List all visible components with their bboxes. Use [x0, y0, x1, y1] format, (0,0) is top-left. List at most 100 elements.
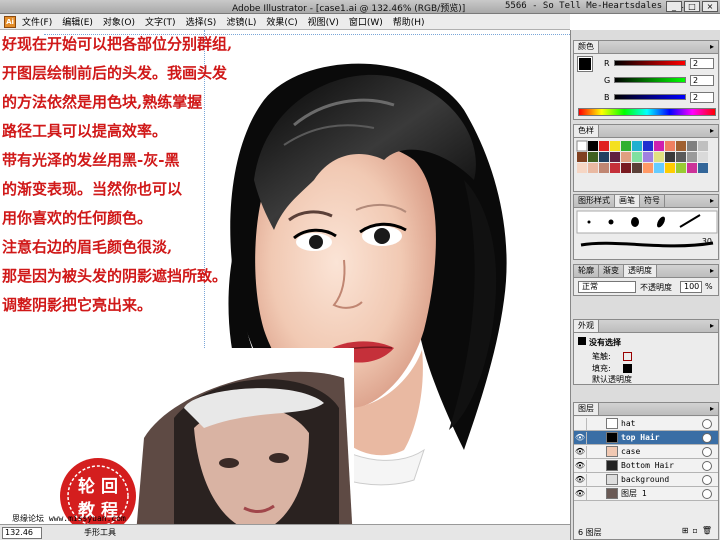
new-sublayer-icon[interactable]: ⊞ — [682, 526, 689, 535]
tab-brushes[interactable]: 画笔 — [615, 195, 640, 207]
menu-view[interactable]: 视图(V) — [308, 15, 339, 28]
lock-cell[interactable] — [586, 473, 598, 486]
layers-panel: 图层 ▸ hat 👁 top Hair 👁 case 👁 Bottom Hair… — [573, 402, 719, 540]
eye-icon[interactable]: 👁 — [574, 461, 586, 470]
layer-row[interactable]: 👁 top Hair — [574, 431, 718, 445]
layer-thumbnail — [606, 460, 618, 471]
layer-target-icon[interactable] — [702, 488, 712, 499]
menu-help[interactable]: 帮助(H) — [393, 15, 425, 28]
menu-select[interactable]: 选择(S) — [186, 15, 217, 28]
new-layer-icon[interactable]: ▫ — [692, 526, 697, 535]
fill-black-swatch[interactable] — [623, 364, 633, 373]
menu-filter[interactable]: 滤镜(L) — [226, 15, 256, 28]
layer-name: hat — [621, 419, 636, 428]
layer-row[interactable]: 👁 Bottom Hair — [574, 459, 718, 473]
tab-color[interactable]: 颜色 — [574, 41, 599, 53]
logo-text-line1: 轮 回 — [78, 476, 118, 497]
tab-appearance[interactable]: 外观 — [574, 320, 599, 332]
layer-row[interactable]: 👁 background — [574, 473, 718, 487]
brush-list[interactable] — [575, 209, 719, 259]
menu-window[interactable]: 窗口(W) — [349, 15, 383, 28]
layer-thumbnail — [606, 488, 618, 499]
appearance-fill-label: 填充: — [592, 364, 611, 373]
channel-r-slider[interactable] — [614, 60, 686, 66]
layer-thumbnail — [606, 418, 618, 429]
opacity-unit: % — [705, 282, 713, 291]
layer-row[interactable]: 👁 图层 1 — [574, 487, 718, 501]
blend-mode-select[interactable]: 正常 — [578, 281, 636, 293]
forum-watermark: 思缘论坛 www.missyuan.com — [12, 514, 126, 523]
note-line-7: 用你喜欢的任何颜色。 — [2, 209, 153, 227]
tab-gradient[interactable]: 渐变 — [599, 265, 624, 277]
eye-icon[interactable]: 👁 — [574, 433, 586, 442]
layer-target-icon[interactable] — [702, 418, 712, 429]
layer-row[interactable]: hat — [574, 417, 718, 431]
close-button[interactable]: × — [702, 1, 718, 12]
eye-icon[interactable]: 👁 — [574, 489, 586, 498]
menu-object[interactable]: 对象(O) — [103, 15, 135, 28]
swatches-panel: 色样 ▸ — [573, 124, 719, 192]
layer-name: Bottom Hair — [621, 461, 674, 470]
menu-type[interactable]: 文字(T) — [145, 15, 176, 28]
channel-g-slider[interactable] — [614, 77, 686, 83]
tab-stroke[interactable]: 轮廓 — [574, 265, 599, 277]
note-line-2: 开图层绘制前后的头发。我画头发 — [2, 64, 228, 82]
selection-swatch — [578, 337, 586, 345]
layer-target-icon[interactable] — [702, 446, 712, 457]
note-line-4: 路径工具可以提高效率。 — [2, 122, 168, 140]
menu-file[interactable]: 文件(F) — [22, 15, 52, 28]
layer-target-icon[interactable] — [702, 474, 712, 485]
lock-cell[interactable] — [586, 459, 598, 472]
tab-layers[interactable]: 图层 — [574, 403, 599, 415]
color-fill-preview[interactable] — [577, 56, 593, 72]
lock-cell[interactable] — [586, 487, 598, 500]
maximize-button[interactable]: □ — [684, 1, 700, 12]
note-line-5: 带有光泽的发丝用黑-灰-黑 — [2, 151, 180, 169]
panel-menu-icon[interactable]: ▸ — [706, 403, 718, 415]
panel-menu-icon[interactable]: ▸ — [706, 125, 718, 137]
zoom-level-field[interactable]: 132.46 — [2, 527, 42, 539]
color-spectrum-bar[interactable] — [578, 108, 716, 116]
eye-icon[interactable]: 👁 — [574, 447, 586, 456]
layer-target-icon[interactable] — [702, 460, 712, 471]
appearance-default-opacity: 默认透明度 — [592, 375, 632, 384]
layer-row[interactable]: 👁 case — [574, 445, 718, 459]
tab-graphic-styles[interactable]: 图形样式 — [574, 195, 615, 207]
lock-cell[interactable] — [586, 431, 598, 444]
opacity-field[interactable]: 100 — [680, 281, 702, 293]
window-title: Adobe Illustrator - [case1.ai @ 132.46% … — [232, 4, 466, 14]
menu-edit[interactable]: 编辑(E) — [62, 15, 93, 28]
swatch-grid[interactable] — [575, 139, 719, 191]
menu-effect[interactable]: 效果(C) — [266, 15, 297, 28]
layer-name: background — [621, 475, 670, 484]
fill-color-swatch[interactable] — [9, 319, 31, 341]
panel-menu-icon[interactable]: ▸ — [706, 195, 718, 207]
media-player-title: 5566 - So Tell Me-Heartsdales 4:18 — [505, 1, 690, 11]
stroke-none-swatch[interactable] — [623, 352, 633, 361]
illustrator-app-icon[interactable]: Ai — [4, 15, 16, 28]
screen-mode-icon[interactable]: ▣ — [6, 357, 22, 373]
layer-target-icon[interactable] — [702, 432, 712, 443]
full-screen-icon[interactable]: ▢ — [24, 357, 40, 373]
panel-menu-icon[interactable]: ▸ — [706, 320, 718, 332]
panel-menu-icon[interactable]: ▸ — [706, 265, 718, 277]
tab-transparency[interactable]: 透明度 — [624, 265, 657, 277]
status-bar: 132.46 手形工具 — [0, 524, 570, 540]
lock-cell[interactable] — [586, 417, 598, 430]
eye-icon[interactable]: 👁 — [574, 475, 586, 484]
channel-r-value[interactable]: 2 — [690, 57, 714, 69]
tab-swatches[interactable]: 色样 — [574, 125, 599, 137]
note-line-9: 那是因为被头发的阴影遮挡所致。 — [2, 267, 228, 285]
minimize-button[interactable]: _ — [666, 1, 682, 12]
tab-symbols[interactable]: 符号 — [640, 195, 665, 207]
panel-menu-icon[interactable]: ▸ — [706, 41, 718, 53]
channel-b-value[interactable]: 2 — [690, 91, 714, 103]
channel-g-value[interactable]: 2 — [690, 74, 714, 86]
brushes-panel: 图形样式 画笔 符号 ▸ 30 — [573, 194, 719, 260]
layer-thumbnail — [606, 446, 618, 457]
stroke-color-swatch[interactable] — [20, 328, 38, 346]
lock-cell[interactable] — [586, 445, 598, 458]
delete-layer-icon[interactable]: 🗑 — [702, 526, 712, 535]
channel-b-slider[interactable] — [614, 94, 686, 100]
layer-thumbnail — [606, 474, 618, 485]
